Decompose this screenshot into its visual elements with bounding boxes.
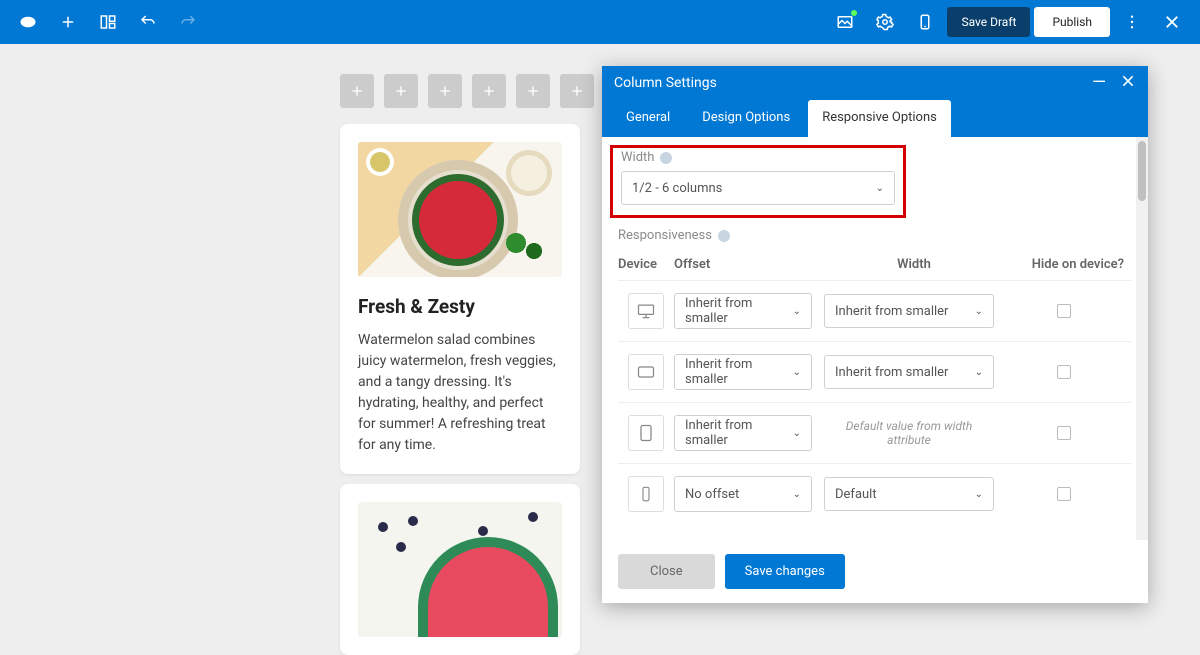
close-button[interactable]: Close [618,554,715,589]
tab-general[interactable]: General [612,100,684,137]
undo-icon[interactable] [130,4,166,40]
logo-icon[interactable] [10,4,46,40]
panel-scrollbar[interactable] [1136,137,1148,540]
panel-footer: Close Save changes [602,540,1148,603]
device-mobile-icon [628,476,664,512]
hide-checkbox-tablet-portrait[interactable] [1057,426,1071,440]
content-card[interactable]: Fresh & Zesty Watermelon salad combines … [340,124,580,474]
width-select-tablet-landscape[interactable]: Inherit from smaller⌄ [824,355,994,389]
chevron-down-icon: ⌄ [876,183,884,194]
device-tablet-landscape-icon [628,354,664,390]
add-element-button[interactable] [472,74,506,108]
panel-tabs: General Design Options Responsive Option… [602,100,1148,137]
publish-button[interactable]: Publish [1034,7,1110,37]
hide-checkbox-mobile[interactable] [1057,487,1071,501]
panel-header: Column Settings — [602,66,1148,100]
responsive-row-tablet-landscape: Inherit from smaller⌄ Inherit from small… [618,341,1132,402]
hide-checkbox-desktop[interactable] [1057,304,1071,318]
offset-select-mobile[interactable]: No offset⌄ [674,476,812,512]
card-image [358,502,562,637]
offset-select-desktop[interactable]: Inherit from smaller⌄ [674,293,812,329]
width-select[interactable]: 1/2 - 6 columns⌄ [621,171,895,205]
column-settings-panel: Column Settings — General Design Options… [602,66,1148,603]
close-panel-icon[interactable] [1120,73,1136,93]
width-label: Width [621,150,654,165]
card-body: Watermelon salad combines juicy watermel… [358,330,562,456]
tab-responsive-options[interactable]: Responsive Options [808,100,951,137]
add-element-button[interactable] [384,74,418,108]
close-editor-icon[interactable] [1154,4,1190,40]
panel-title: Column Settings [614,75,717,91]
topbar: Save Draft Publish [0,0,1200,44]
add-element-button[interactable] [340,74,374,108]
info-icon[interactable] [718,230,730,242]
hide-checkbox-tablet-landscape[interactable] [1057,365,1071,379]
tab-design-options[interactable]: Design Options [688,100,804,137]
save-draft-button[interactable]: Save Draft [947,7,1030,37]
redo-icon [170,4,206,40]
offset-select-tablet-portrait[interactable]: Inherit from smaller⌄ [674,415,812,451]
add-icon[interactable] [50,4,86,40]
device-desktop-icon [628,293,664,329]
content-card[interactable] [340,484,580,655]
responsive-row-mobile: No offset⌄ Default⌄ [618,463,1132,524]
offset-select-tablet-landscape[interactable]: Inherit from smaller⌄ [674,354,812,390]
responsive-row-tablet-portrait: Inherit from smaller⌄ Default value from… [618,402,1132,463]
info-icon[interactable] [660,152,672,164]
default-width-text: Default value from width attribute [824,419,1004,447]
add-element-button[interactable] [428,74,462,108]
width-field-highlight: Width 1/2 - 6 columns⌄ [610,145,906,218]
width-select-desktop[interactable]: Inherit from smaller⌄ [824,294,994,328]
add-element-button[interactable] [560,74,594,108]
responsive-table-header: Device Offset Width Hide on device? [618,249,1132,280]
device-tablet-portrait-icon [628,415,664,451]
mobile-preview-icon[interactable] [907,4,943,40]
responsive-row-desktop: Inherit from smaller⌄ Inherit from small… [618,280,1132,341]
responsiveness-label: Responsiveness [618,228,712,243]
width-select-mobile[interactable]: Default⌄ [824,477,994,511]
more-icon[interactable] [1114,4,1150,40]
minimize-icon[interactable]: — [1092,78,1106,88]
image-status-icon[interactable] [827,4,863,40]
card-image [358,142,562,277]
templates-icon[interactable] [90,4,126,40]
panel-body: Width 1/2 - 6 columns⌄ Responsiveness De… [602,137,1148,540]
gear-icon[interactable] [867,4,903,40]
card-title: Fresh & Zesty [358,295,562,318]
add-element-row [340,74,594,108]
save-changes-button[interactable]: Save changes [725,554,845,589]
add-element-button[interactable] [516,74,550,108]
